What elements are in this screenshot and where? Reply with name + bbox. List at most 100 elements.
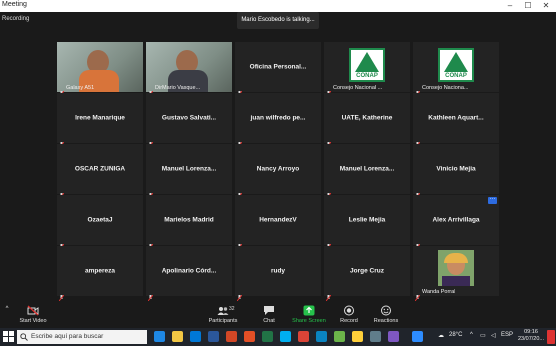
- office-icon[interactable]: [244, 331, 255, 342]
- volume-icon[interactable]: ◁: [491, 332, 496, 339]
- muted-mic-icon: [147, 237, 154, 251]
- record-icon: [344, 305, 354, 316]
- participant-label: Consejo Nacional ...: [333, 85, 383, 91]
- participant-tile[interactable]: Jorge Cruz: [324, 246, 410, 302]
- record-label: Record: [340, 318, 358, 324]
- muted-mic-icon: [414, 135, 421, 149]
- excel-icon[interactable]: [262, 331, 273, 342]
- network-icon[interactable]: ▭: [480, 332, 486, 339]
- participant-tile[interactable]: rudy: [235, 246, 321, 302]
- settings-icon[interactable]: [370, 331, 381, 342]
- participant-tile[interactable]: ampereza: [57, 246, 143, 302]
- close-icon[interactable]: ✕: [537, 0, 555, 12]
- participant-tile[interactable]: Marielos Madrid: [146, 195, 232, 251]
- sticky-notes-icon[interactable]: [352, 331, 363, 342]
- participant-tile[interactable]: Manuel Lorenza...: [324, 144, 410, 200]
- muted-mic-icon: [147, 84, 154, 98]
- muted-mic-icon: [58, 84, 65, 98]
- participant-tile[interactable]: Alex Arrivillaga ···: [413, 195, 499, 251]
- participant-tile[interactable]: CONAP Consejo Nacional ...: [324, 42, 410, 98]
- powerpoint-icon[interactable]: [226, 331, 237, 342]
- participant-name: Gustavo Salvati...: [161, 114, 217, 122]
- participant-label: Galaxy A51: [66, 85, 95, 91]
- participant-tile[interactable]: Gustavo Salvati...: [146, 93, 232, 149]
- maps-icon[interactable]: [334, 331, 345, 342]
- muted-mic-icon: [325, 84, 332, 98]
- participant-tile[interactable]: DirMario Vasque...: [146, 42, 232, 98]
- participant-tile[interactable]: Leslie Mejia: [324, 195, 410, 251]
- participant-tile[interactable]: OSCAR ZUÑIGA: [57, 144, 143, 200]
- meeting-toolbar: ^ Start Video Participants 32 Chat Share…: [0, 302, 556, 328]
- teams-icon[interactable]: [388, 331, 399, 342]
- participant-tile[interactable]: Manuel Lorenza...: [146, 144, 232, 200]
- reactions-label: Reactions: [373, 318, 399, 324]
- conap-logo: CONAP: [438, 48, 474, 82]
- muted-mic-icon: [147, 288, 154, 302]
- participant-name: Oficina Personal...: [249, 63, 307, 71]
- muted-mic-icon: [147, 186, 154, 200]
- tray-chevron-icon[interactable]: ^: [470, 332, 473, 338]
- temperature-text: 28°C: [449, 332, 463, 338]
- start-video-button[interactable]: Start Video: [17, 302, 49, 328]
- muted-mic-icon: [236, 288, 243, 302]
- talking-indicator: Mario Escobedo is talking...: [237, 12, 319, 29]
- muted-mic-icon: [147, 135, 154, 149]
- taskbar-clock[interactable]: 09:16 23/07/20...: [518, 329, 544, 343]
- participant-tile[interactable]: Vinicio Mejia: [413, 144, 499, 200]
- share-screen-button[interactable]: Share Screen: [290, 302, 328, 328]
- file-explorer-icon[interactable]: [172, 331, 183, 342]
- windows-start-icon[interactable]: [3, 331, 14, 342]
- taskview-icon[interactable]: [154, 331, 165, 342]
- participants-button[interactable]: Participants: [204, 302, 242, 328]
- participant-tile[interactable]: Nancy Arroyo: [235, 144, 321, 200]
- participant-tile[interactable]: UATE, Katherine: [324, 93, 410, 149]
- chat-button[interactable]: Chat: [256, 302, 282, 328]
- share-screen-icon: [303, 305, 315, 316]
- conap-logo: CONAP: [349, 48, 385, 82]
- video-off-icon: [27, 305, 39, 316]
- weather-icon: ☁: [438, 333, 444, 339]
- chat-icon: [264, 306, 274, 315]
- store-icon[interactable]: [190, 331, 201, 342]
- participant-name: Alex Arrivillaga: [432, 216, 480, 224]
- minimize-icon[interactable]: –: [501, 0, 519, 12]
- skype-icon[interactable]: [280, 331, 291, 342]
- muted-mic-icon: [236, 237, 243, 251]
- participant-name: Manuel Lorenza...: [339, 165, 395, 173]
- participant-tile[interactable]: juan wilfredo pe...: [235, 93, 321, 149]
- participant-tile[interactable]: Oficina Personal...: [235, 42, 321, 98]
- record-button[interactable]: Record: [336, 302, 362, 328]
- language-indicator[interactable]: ESP: [501, 332, 513, 338]
- participant-tile[interactable]: HernandezV: [235, 195, 321, 251]
- conap-logo-text: CONAP: [356, 73, 378, 79]
- notifications-icon[interactable]: [547, 330, 555, 344]
- edge-icon[interactable]: [316, 331, 327, 342]
- muted-mic-icon: [414, 288, 421, 302]
- participant-name: juan wilfredo pe...: [250, 114, 306, 122]
- chrome-icon[interactable]: [298, 331, 309, 342]
- participants-count: 32: [229, 306, 235, 312]
- participant-name: HernandezV: [259, 216, 297, 224]
- participant-name: UATE, Katherine: [341, 114, 393, 122]
- taskbar-search-input[interactable]: Escribe aquí para buscar: [17, 330, 147, 344]
- word-icon[interactable]: [208, 331, 219, 342]
- more-options-button[interactable]: ···: [488, 196, 497, 204]
- participant-tile[interactable]: CONAP Consejo Naciona...: [413, 42, 499, 98]
- participant-tile[interactable]: Irene Manarique: [57, 93, 143, 149]
- maximize-icon[interactable]: ☐: [519, 0, 537, 12]
- recording-indicator: Recording: [2, 16, 30, 22]
- search-icon: [20, 333, 28, 341]
- participant-tile[interactable]: Wanda Porral: [413, 246, 499, 302]
- participant-name: ampereza: [85, 267, 115, 275]
- video-options-caret-icon[interactable]: ^: [2, 302, 12, 328]
- reactions-button[interactable]: Reactions: [370, 302, 402, 328]
- participant-tile[interactable]: OzaetaJ: [57, 195, 143, 251]
- clock-date: 23/07/20...: [518, 336, 544, 342]
- muted-mic-icon: [414, 84, 421, 98]
- zoom-icon[interactable]: [412, 331, 423, 342]
- muted-mic-icon: [58, 186, 65, 200]
- participant-tile[interactable]: Kathleen Aquart...: [413, 93, 499, 149]
- participant-tile[interactable]: Apolinario Córd...: [146, 246, 232, 302]
- participant-tile[interactable]: Galaxy A51: [57, 42, 143, 98]
- muted-mic-icon: [236, 135, 243, 149]
